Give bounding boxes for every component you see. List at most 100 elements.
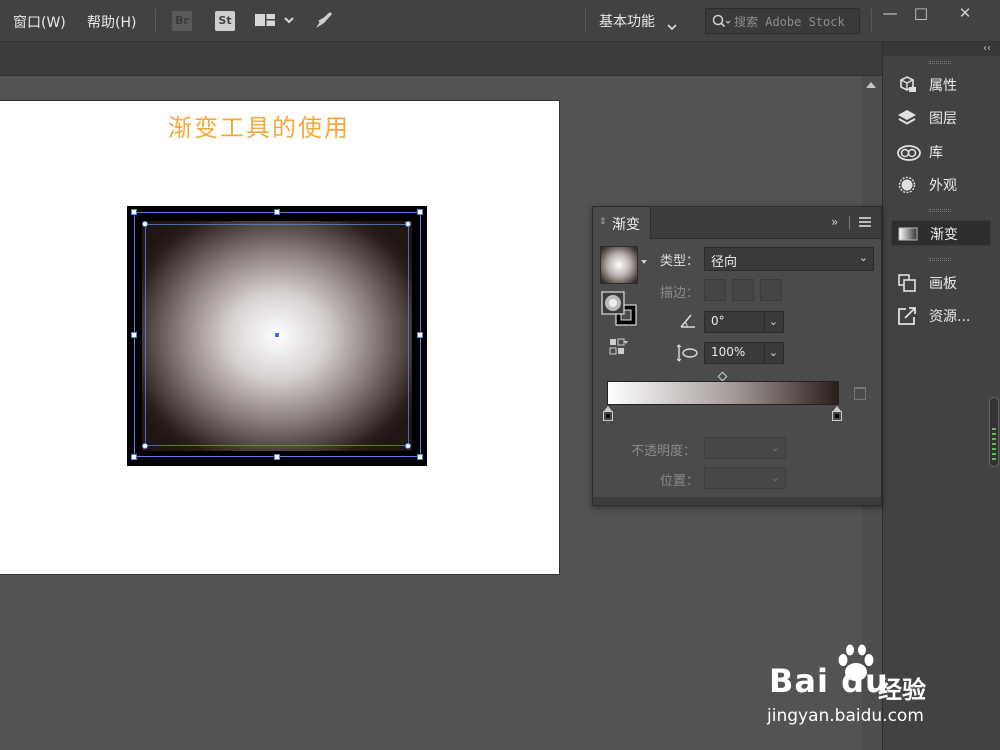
resize-handle[interactable]: [131, 454, 137, 460]
swatch-dropdown-icon[interactable]: [641, 260, 647, 264]
stock-search-input[interactable]: 搜索 Adobe Stock: [705, 8, 860, 34]
chevron-down-icon: ⌄: [770, 471, 780, 484]
dock-item-assets[interactable]: 资源...: [891, 303, 991, 329]
menu-help[interactable]: 帮助(H): [87, 12, 136, 32]
gradient-midpoint-slider[interactable]: [717, 371, 728, 382]
panel-divider: [849, 216, 850, 230]
panel-toggle-icon[interactable]: ⇕: [599, 217, 607, 227]
reverse-gradient-icon[interactable]: [609, 338, 629, 362]
assets-icon: [897, 306, 917, 326]
arrange-documents-icon[interactable]: [254, 12, 296, 34]
gradient-stop-black[interactable]: [831, 406, 843, 422]
aspect-ratio-icon: [676, 344, 699, 366]
dock-item-artboards[interactable]: 画板: [891, 270, 991, 296]
gradient-swatch[interactable]: [600, 246, 638, 284]
dock-item-label: 属性: [929, 78, 957, 94]
dock-grip[interactable]: [929, 209, 951, 212]
dock-item-layers[interactable]: 图层: [891, 105, 991, 131]
stroke-along-button[interactable]: [732, 279, 754, 301]
corner-widget[interactable]: [405, 221, 411, 227]
stock-icon[interactable]: St: [215, 11, 235, 31]
dock-item-label: 资源...: [929, 309, 971, 325]
watermark-suffix: 经验: [878, 676, 926, 704]
properties-icon: [897, 75, 917, 95]
dock-header: ‹‹: [883, 42, 1000, 56]
gradient-ramp[interactable]: [607, 381, 839, 405]
search-placeholder: 搜索 Adobe Stock: [734, 15, 845, 29]
watermark-url: jingyan.baidu.com: [767, 706, 924, 726]
scroll-indicator[interactable]: [989, 397, 999, 467]
dock-item-libraries[interactable]: 库: [891, 139, 991, 165]
panel-resize-grip[interactable]: [593, 497, 881, 505]
resize-handle[interactable]: [131, 209, 137, 215]
paw-logo-icon: [833, 642, 879, 690]
gradient-type-value: 径向: [711, 255, 738, 270]
trash-icon[interactable]: [854, 387, 866, 400]
gradient-type-select[interactable]: 径向 ⌄: [704, 247, 874, 271]
expand-panel-icon[interactable]: »: [831, 215, 838, 229]
resize-handle[interactable]: [274, 454, 280, 460]
dock-grip[interactable]: [929, 258, 951, 261]
corner-widget[interactable]: [405, 443, 411, 449]
resize-handle[interactable]: [417, 209, 423, 215]
resize-handle[interactable]: [131, 332, 137, 338]
chevron-down-icon[interactable]: ⌄: [769, 346, 778, 359]
gradient-icon: [898, 224, 918, 244]
menu-divider: [585, 9, 586, 33]
dock-item-label: 外观: [929, 178, 957, 194]
workspace-switcher[interactable]: 基本功能: [599, 11, 655, 31]
chevron-down-icon[interactable]: [667, 17, 677, 36]
angle-icon: [679, 313, 697, 333]
type-label: 类型：: [660, 254, 700, 269]
dock-item-label: 图层: [929, 111, 957, 127]
gradient-stop-white[interactable]: [602, 406, 614, 422]
libraries-icon: [897, 142, 921, 162]
artboard-title-text[interactable]: 渐变工具的使用: [168, 108, 350, 143]
dock-item-label: 渐变: [930, 227, 958, 243]
dock-item-appearance[interactable]: 外观: [891, 172, 991, 198]
corner-widget[interactable]: [142, 443, 148, 449]
aspect-ratio-value: 100%: [711, 345, 746, 359]
menu-window[interactable]: 窗口(W): [13, 12, 66, 32]
angle-input[interactable]: 0° ⌄: [704, 311, 784, 333]
scroll-up-arrow-icon[interactable]: [866, 82, 876, 88]
resize-handle[interactable]: [417, 332, 423, 338]
panel-menu-icon[interactable]: [859, 217, 871, 227]
minimize-button[interactable]: —: [876, 4, 904, 24]
bridge-icon[interactable]: Br: [172, 11, 192, 31]
dock-item-properties[interactable]: 属性: [891, 72, 991, 98]
chevron-down-icon: ⌄: [858, 251, 868, 264]
baidu-jingyan-watermark: Bai du 经验 jingyan.baidu.com: [765, 644, 995, 732]
corner-widget[interactable]: [142, 221, 148, 227]
collapse-panels-icon[interactable]: ‹‹: [983, 43, 991, 54]
menu-divider: [155, 9, 156, 33]
tab-gradient[interactable]: ⇕ 渐变: [593, 207, 651, 239]
right-panel-dock: ‹‹ 属性 图层 库 外观 渐变 画板 资源...: [882, 42, 1000, 750]
stroke-across-button[interactable]: [760, 279, 782, 301]
resize-handle[interactable]: [274, 209, 280, 215]
gradient-panel-header[interactable]: ⇕ 渐变 »: [593, 207, 881, 239]
layers-icon: [897, 108, 917, 128]
maximize-button[interactable]: □: [907, 4, 935, 24]
center-point[interactable]: [275, 333, 279, 337]
location-input[interactable]: ⌄: [704, 467, 786, 489]
chevron-down-icon: ⌄: [770, 441, 780, 454]
search-icon: [711, 13, 731, 33]
resize-handle[interactable]: [417, 454, 423, 460]
stroke-label: 描边：: [660, 286, 700, 301]
dock-grip[interactable]: [929, 61, 951, 64]
gradient-panel: ⇕ 渐变 » 类型： 径向 ⌄ 描边： 0° ⌄ 100% ⌄ 不透明度： ⌄ …: [592, 206, 882, 506]
opacity-label: 不透明度：: [631, 444, 697, 459]
stroke-within-button[interactable]: [704, 279, 726, 301]
opacity-input[interactable]: ⌄: [704, 437, 786, 459]
dock-item-gradient[interactable]: 渐变: [891, 220, 991, 246]
fill-stroke-icon[interactable]: [601, 291, 639, 331]
dock-item-label: 库: [929, 145, 943, 161]
aspect-ratio-input[interactable]: 100% ⌄: [704, 342, 784, 364]
close-button[interactable]: ✕: [951, 4, 979, 24]
feedback-rocket-icon[interactable]: [313, 9, 335, 35]
dock-item-label: 画板: [929, 276, 957, 292]
appearance-icon: [897, 175, 917, 195]
menu-bar: 窗口(W) 帮助(H) Br St 基本功能 搜索 Adobe Stock — …: [0, 0, 1000, 42]
document-tab-strip: [0, 42, 882, 76]
